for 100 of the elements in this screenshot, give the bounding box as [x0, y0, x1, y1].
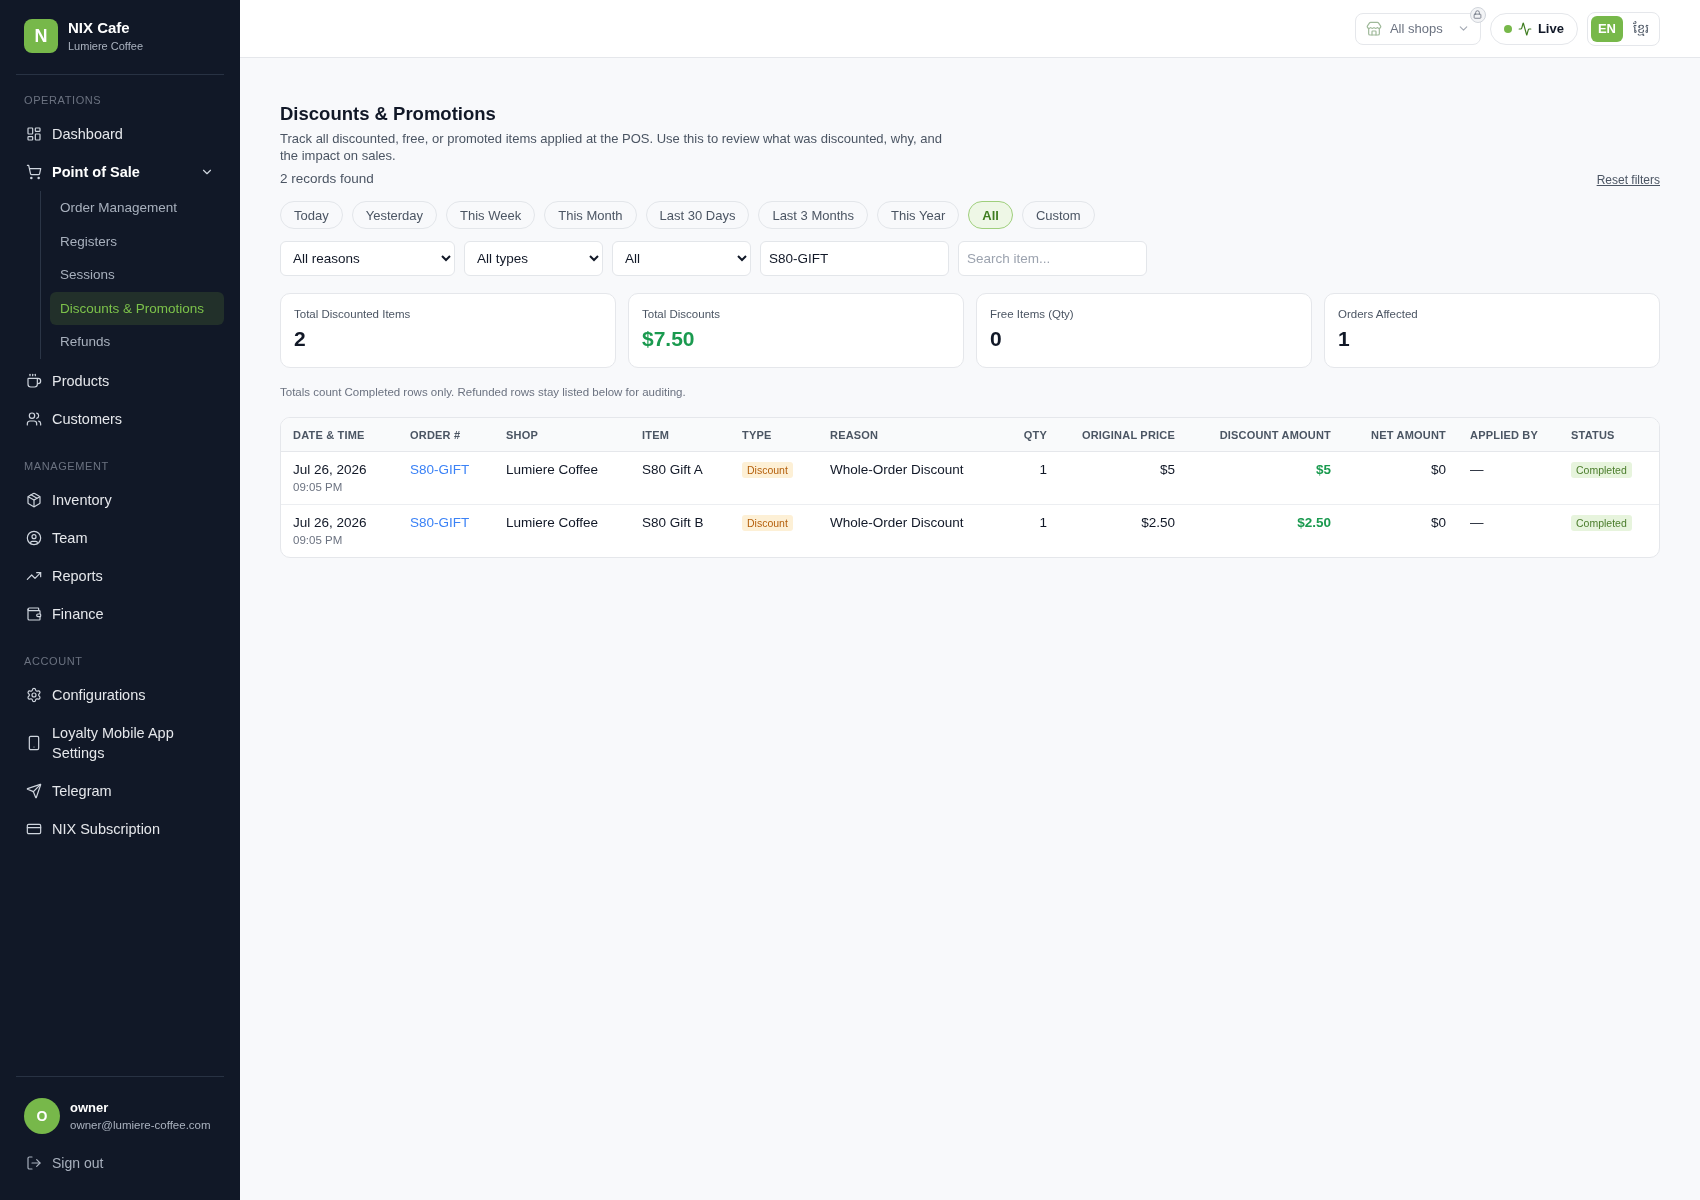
type-badge: Discount: [742, 515, 793, 531]
shop-name: Lumiere Coffee: [68, 40, 143, 53]
order-link[interactable]: S80-GIFT: [410, 461, 470, 479]
reason-text: Whole-Order Discount: [830, 461, 964, 479]
nav-item[interactable]: Reports: [16, 556, 224, 595]
column-header: ITEM: [642, 427, 670, 442]
column-header: REASON: [830, 427, 879, 442]
date-range-chip[interactable]: This Week: [446, 201, 536, 229]
page-description: Track all discounted, free, or promoted items applied at the POS. Use this to review what was discounted, why, and the impact on sales.: [280, 130, 943, 164]
cart-icon: [26, 164, 42, 180]
user-email: owner@lumiere-coffee.com: [70, 1118, 211, 1132]
filter-select[interactable]: All: [612, 241, 751, 276]
stat-value: $7.50: [642, 326, 695, 352]
settings-icon: [26, 686, 42, 703]
item-name: S80 Gift B: [642, 514, 704, 532]
nav-item[interactable]: Configurations: [16, 675, 224, 714]
type-badge: Discount: [742, 462, 793, 478]
date-text: Jul 26, 2026: [293, 461, 367, 479]
status-badge: Completed: [1571, 515, 1632, 531]
store-icon: [1365, 20, 1382, 37]
wallet-icon: [26, 605, 42, 622]
date-range-chip[interactable]: Today: [280, 201, 343, 229]
status-badge: Completed: [1571, 462, 1632, 478]
nav-item[interactable]: Inventory: [16, 480, 224, 519]
language-button[interactable]: ខ្មែរ: [1626, 15, 1656, 42]
section-heading: ACCOUNT: [24, 653, 84, 668]
nav-item[interactable]: Loyalty Mobile App Settings: [16, 713, 224, 772]
shop-name: Lumiere Coffee: [506, 514, 599, 532]
stat-label: Total Discounted Items: [294, 307, 411, 321]
sign-out-button[interactable]: Sign out: [16, 1144, 224, 1182]
cup-icon: [26, 372, 42, 389]
stat-value: 0: [990, 326, 1002, 352]
totals-note: Totals count Completed rows only. Refunded rows stay listed below for auditing.: [280, 385, 687, 399]
reason-text: Whole-Order Discount: [830, 514, 964, 532]
live-toggle[interactable]: Live: [1489, 12, 1578, 45]
filter-select[interactable]: All types: [464, 241, 603, 276]
pulse-icon: [1517, 21, 1532, 36]
search-field[interactable]: Search item...: [958, 241, 1147, 276]
column-header: DATE & TIME: [293, 427, 365, 442]
qty-value: 1: [1039, 461, 1047, 479]
users-icon: [26, 410, 42, 427]
column-header: STATUS: [1571, 427, 1615, 442]
discount-value: $2.50: [1297, 514, 1331, 532]
time-text: 09:05 PM: [293, 480, 343, 495]
phone-icon: [26, 734, 42, 751]
nav-item[interactable]: Team: [16, 518, 224, 557]
price-value: $5: [1159, 461, 1175, 479]
section-heading: MANAGEMENT: [24, 458, 110, 473]
column-header: DISCOUNT AMOUNT: [1219, 427, 1331, 442]
nav-subitem[interactable]: Refunds: [50, 325, 224, 359]
nav-item[interactable]: Customers: [16, 399, 224, 438]
date-range-chip[interactable]: All: [968, 201, 1013, 229]
user-circle-icon: [26, 529, 42, 546]
nav-item[interactable]: Dashboard: [16, 115, 224, 153]
column-header: APPLIED BY: [1470, 427, 1538, 442]
nav-subitem[interactable]: Order Management: [50, 191, 224, 225]
stat-label: Total Discounts: [642, 307, 720, 321]
box-icon: [26, 491, 42, 508]
reset-filters-link[interactable]: Reset filters: [1596, 172, 1660, 188]
column-header: TYPE: [742, 427, 772, 442]
date-range-chip[interactable]: Yesterday: [351, 201, 438, 229]
sign-out-icon: [26, 1155, 42, 1171]
brand-name: NIX Cafe: [68, 19, 131, 37]
nav-item[interactable]: NIX Subscription: [16, 809, 224, 848]
text-field[interactable]: S80-GIFT: [760, 241, 949, 276]
nav-item[interactable]: Finance: [16, 594, 224, 633]
date-range-chip[interactable]: This Year: [877, 201, 960, 229]
column-header: SHOP: [506, 427, 538, 442]
time-text: 09:05 PM: [293, 533, 343, 548]
net-amount-value: $0: [1430, 514, 1446, 532]
stat-value: 2: [294, 326, 306, 352]
nav-item[interactable]: Telegram: [16, 771, 224, 810]
order-link[interactable]: S80-GIFT: [410, 514, 470, 532]
shop-select[interactable]: All shops: [1354, 12, 1481, 45]
date-range-chip[interactable]: Last 30 Days: [645, 201, 750, 229]
date-range-chip[interactable]: Last 3 Months: [758, 201, 869, 229]
discount-value: $5: [1315, 461, 1331, 479]
shop-name: Lumiere Coffee: [506, 461, 599, 479]
nav-item[interactable]: Products: [16, 361, 224, 400]
page-title: Discounts & Promotions: [280, 102, 497, 126]
nav-subitem[interactable]: Discounts & Promotions: [50, 291, 224, 325]
stat-label: Orders Affected: [1338, 307, 1418, 321]
send-icon: [26, 782, 42, 799]
stat-value: 1: [1338, 326, 1350, 352]
record-count: 2 records found: [280, 170, 374, 188]
date-text: Jul 26, 2026: [293, 514, 367, 532]
nav-item[interactable]: Point of Sale: [16, 153, 224, 191]
nav-subitem[interactable]: Registers: [50, 224, 224, 258]
nav-subitem[interactable]: Sessions: [50, 258, 224, 292]
brand-logo: N: [24, 19, 58, 53]
date-range-chip[interactable]: This Month: [544, 201, 637, 229]
filter-select[interactable]: All reasons: [280, 241, 455, 276]
price-value: $2.50: [1141, 514, 1175, 532]
column-header: QTY: [1023, 427, 1047, 442]
date-range-chip[interactable]: Custom: [1021, 201, 1095, 229]
avatar: O: [24, 1098, 60, 1134]
user-name: owner: [70, 1100, 110, 1116]
stat-label: Free Items (Qty): [990, 307, 1074, 321]
column-header: ORDER #: [410, 427, 461, 442]
applied-by-text: —: [1470, 514, 1484, 532]
